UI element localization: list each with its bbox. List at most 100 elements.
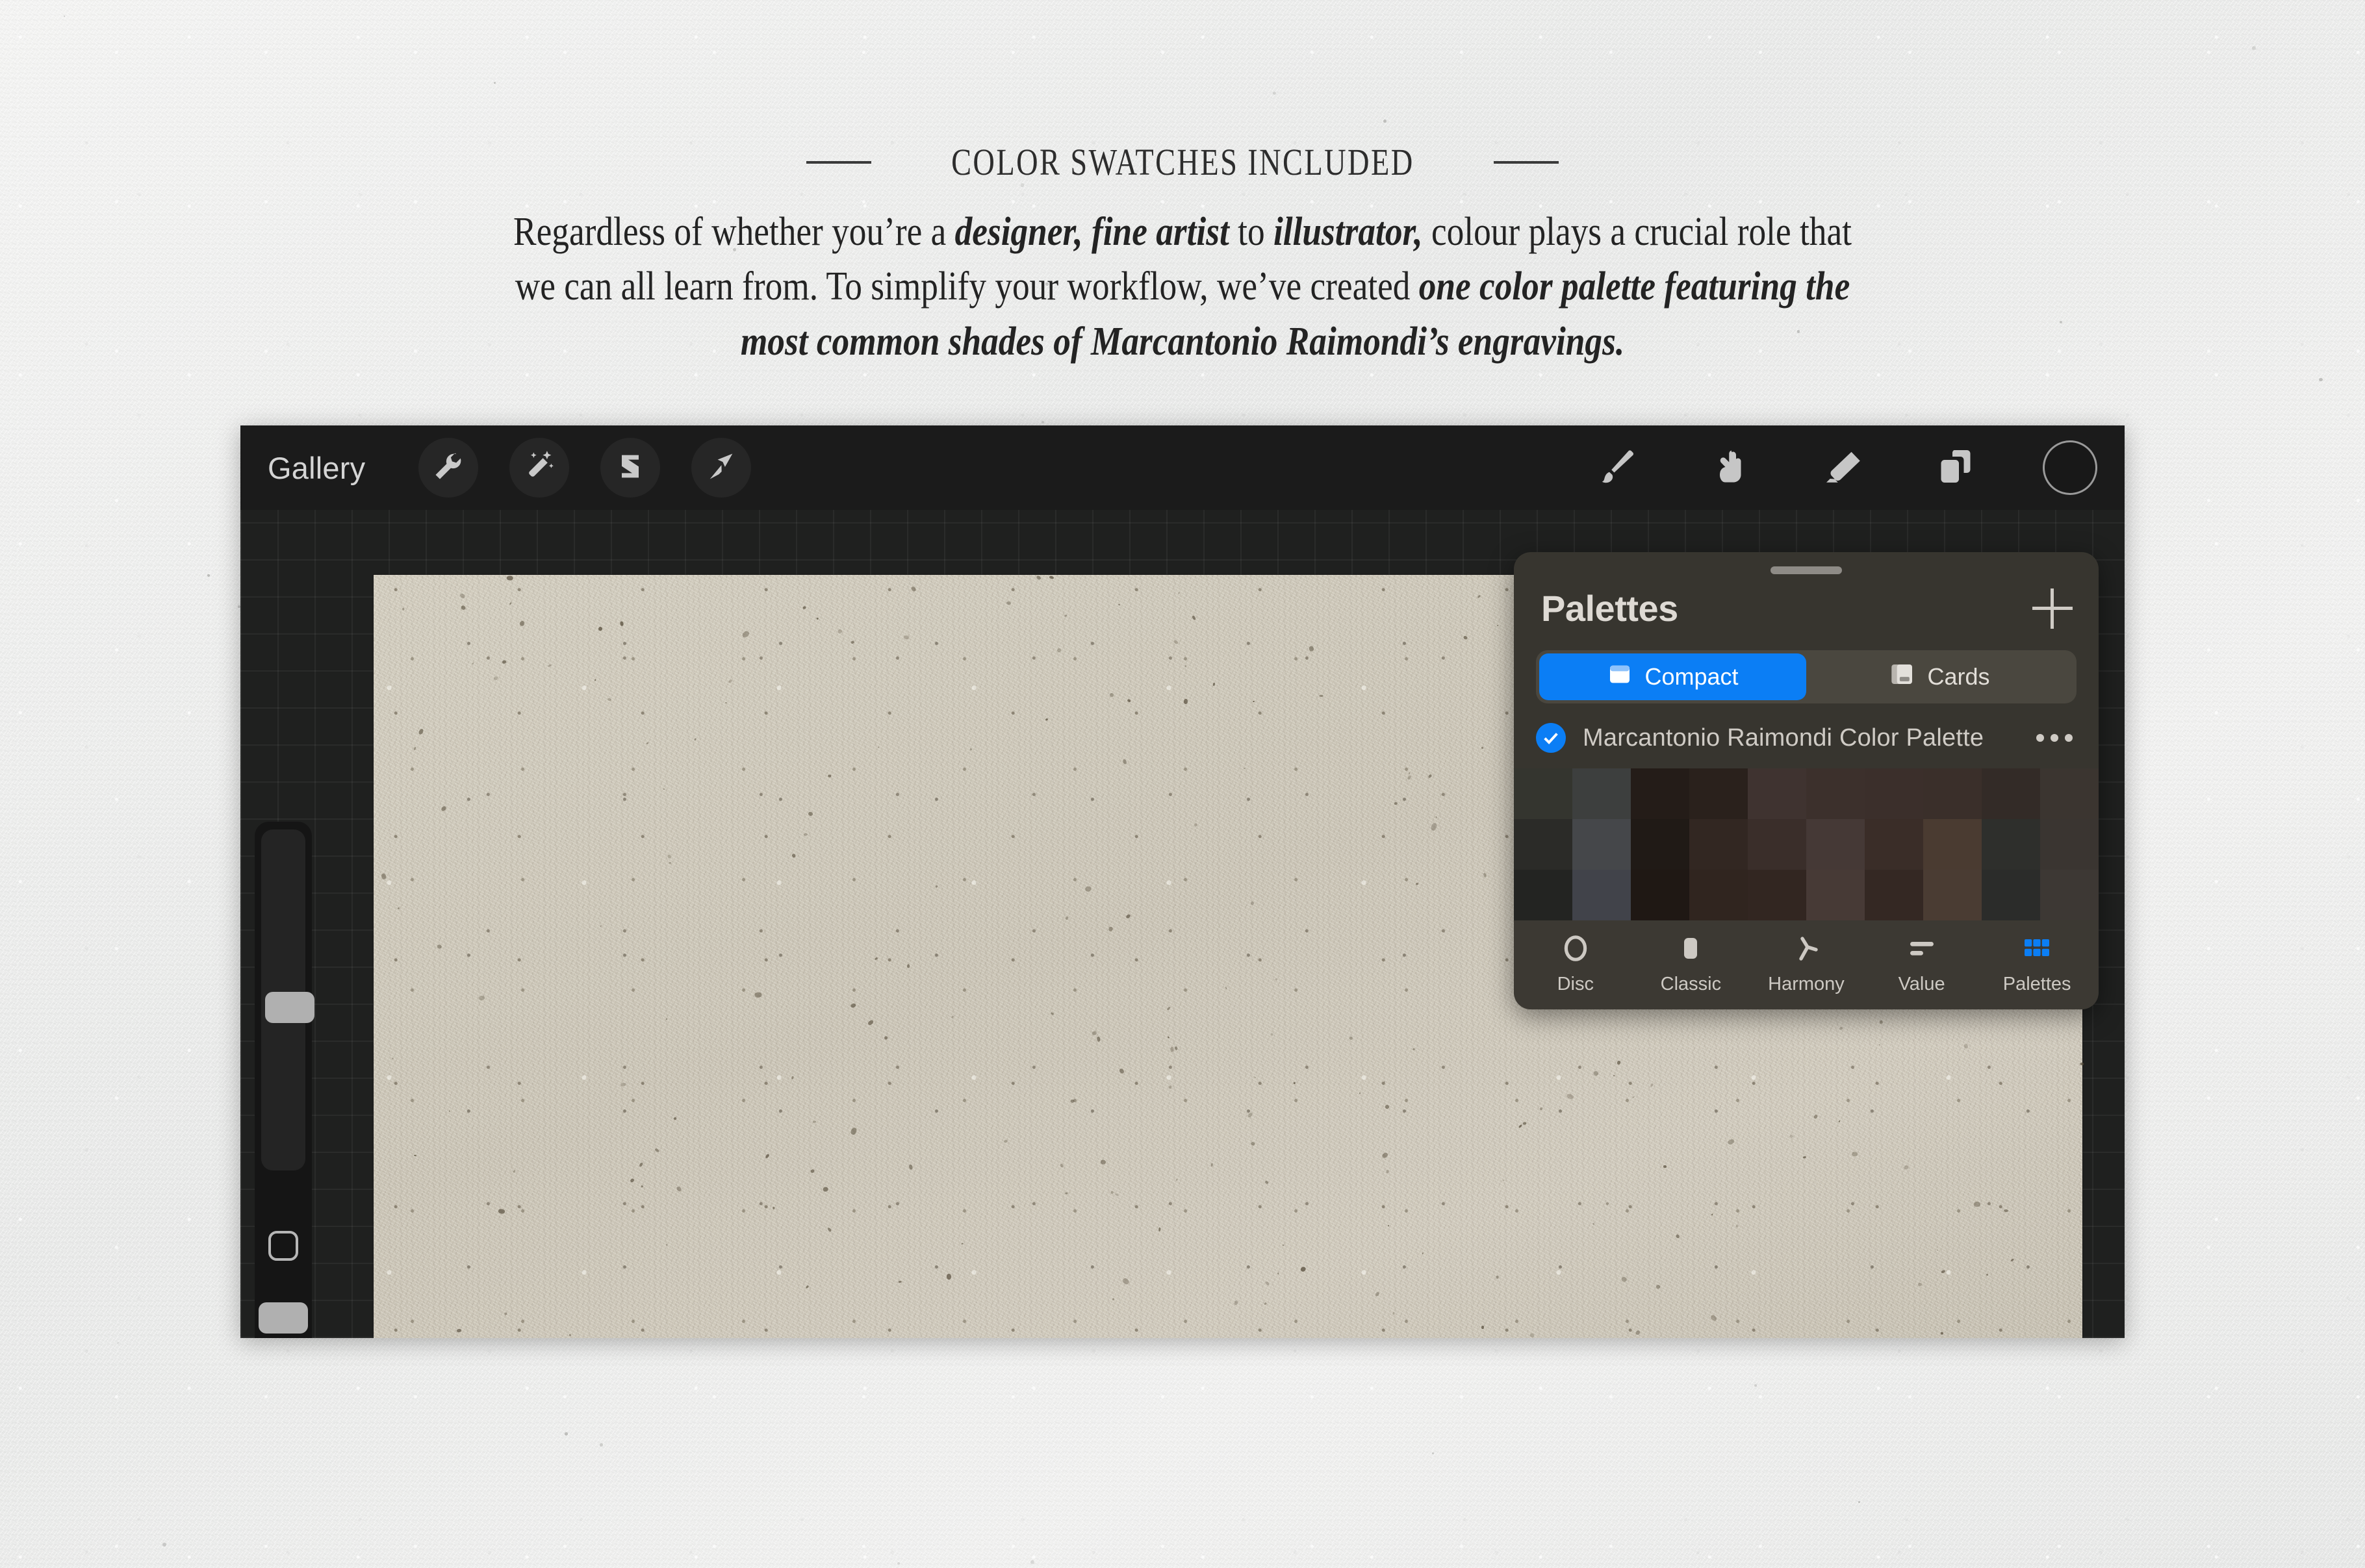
color-swatch-grid[interactable] [1514, 768, 2099, 920]
gallery-button[interactable]: Gallery [265, 450, 387, 486]
kicker-row: COLOR SWATCHES INCLUDED [0, 140, 2365, 184]
procreate-app-window: Gallery Palettes Compact Cards Marcanton… [240, 425, 2125, 1338]
tab-value-label: Value [1898, 974, 1945, 994]
segment-compact[interactable]: Compact [1539, 653, 1806, 700]
add-palette-plus-icon[interactable] [2032, 588, 2073, 629]
color-swatch[interactable] [1806, 870, 1865, 920]
view-mode-segmented-control[interactable]: Compact Cards [1536, 650, 2077, 703]
color-swatch[interactable] [1865, 768, 1923, 819]
dot [2036, 734, 2044, 742]
color-swatch[interactable] [1806, 819, 1865, 870]
tab-palettes-label: Palettes [2002, 974, 2071, 994]
canvas-area[interactable]: Palettes Compact Cards Marcantonio Raimo… [240, 510, 2125, 1338]
color-swatch[interactable] [1689, 819, 1748, 870]
palette-selected-check-icon[interactable] [1536, 723, 1566, 753]
color-swatch[interactable] [1572, 870, 1631, 920]
page-title: COLOR SWATCHES INCLUDED [951, 141, 1414, 183]
segment-cards[interactable]: Cards [1806, 653, 2073, 700]
actions-wrench-button[interactable] [418, 438, 479, 498]
harmony-icon [1791, 932, 1822, 965]
layers-button[interactable] [1924, 436, 1987, 499]
brush-size-slider-handle[interactable] [265, 992, 314, 1023]
classic-icon [1675, 932, 1706, 965]
subhead-part-1: designer, fine artist [954, 210, 1229, 254]
color-swatch[interactable] [1982, 819, 2040, 870]
disc-icon [1560, 932, 1591, 965]
tab-classic-label: Classic [1660, 974, 1722, 994]
tab-palettes[interactable]: Palettes [1979, 932, 2095, 995]
brush-size-slider[interactable] [261, 829, 314, 1170]
panel-title: Palettes [1541, 588, 1678, 629]
color-swatch[interactable] [1865, 870, 1923, 920]
panel-header: Palettes [1514, 574, 2099, 633]
kicker-rule-right [1494, 160, 1559, 164]
topbar-right-group [1535, 436, 2125, 499]
color-swatch[interactable] [1514, 870, 1572, 920]
tab-harmony[interactable]: Harmony [1748, 932, 1864, 995]
color-swatch[interactable] [1514, 768, 1572, 819]
subhead-part-3: illustrator, [1273, 210, 1423, 254]
tab-disc[interactable]: Disc [1518, 932, 1633, 995]
paint-brush-icon [1597, 447, 1636, 489]
color-swatch[interactable] [1865, 819, 1923, 870]
subhead-part-0: Regardless of whether you’re a [513, 210, 955, 254]
dot [2051, 734, 2058, 742]
transform-arrow-icon [704, 449, 738, 487]
color-swatch[interactable] [2040, 870, 2099, 920]
selection-button[interactable] [600, 438, 661, 498]
segment-cards-label: Cards [1927, 663, 1990, 690]
color-swatch[interactable] [1806, 768, 1865, 819]
segment-compact-label: Compact [1644, 663, 1739, 690]
left-toolbar-sidebar [255, 822, 314, 1338]
transform-arrow-button[interactable] [691, 438, 752, 498]
color-swatch[interactable] [1923, 819, 1982, 870]
color-swatch[interactable] [1748, 768, 1806, 819]
app-topbar: Gallery [240, 425, 2125, 510]
tab-value[interactable]: Value [1864, 932, 1980, 995]
color-swatch[interactable] [1748, 819, 1806, 870]
palette-name-label: Marcantonio Raimondi Color Palette [1583, 724, 1984, 752]
color-swatch[interactable] [1923, 870, 1982, 920]
eraser-icon [1823, 447, 1862, 489]
color-swatch[interactable] [1689, 870, 1748, 920]
color-swatch[interactable] [1982, 768, 2040, 819]
color-swatch[interactable] [1631, 870, 1689, 920]
color-mode-tabbar[interactable]: Disc Classic Harmony Value Palettes [1514, 920, 2099, 1009]
palette-more-options-icon[interactable] [2036, 734, 2073, 742]
palettes-grid-icon [2021, 932, 2052, 965]
color-swatch[interactable] [1631, 768, 1689, 819]
color-swatch[interactable] [1923, 768, 1982, 819]
color-swatch[interactable] [1748, 870, 1806, 920]
active-color-swatch-button[interactable] [2043, 440, 2097, 495]
header-block: COLOR SWATCHES INCLUDED Regardless of wh… [0, 140, 2365, 369]
palettes-panel: Palettes Compact Cards Marcantonio Raimo… [1514, 552, 2099, 1009]
cards-view-icon [1889, 661, 1915, 693]
color-swatch[interactable] [2040, 819, 2099, 870]
color-swatch[interactable] [1689, 768, 1748, 819]
smudge-finger-button[interactable] [1698, 436, 1761, 499]
color-swatch[interactable] [1572, 768, 1631, 819]
tab-disc-label: Disc [1557, 974, 1594, 994]
layers-icon [1936, 447, 1975, 489]
tab-classic[interactable]: Classic [1633, 932, 1749, 995]
adjustments-wand-button[interactable] [509, 438, 570, 498]
kicker-rule-left [806, 160, 871, 164]
panel-drag-handle[interactable] [1771, 566, 1842, 574]
brush-opacity-slider-handle[interactable] [259, 1302, 308, 1334]
palette-list-item[interactable]: Marcantonio Raimondi Color Palette [1514, 703, 2099, 768]
color-swatch[interactable] [1514, 819, 1572, 870]
subhead-part-2: to [1229, 210, 1273, 254]
paint-brush-button[interactable] [1585, 436, 1648, 499]
color-swatch[interactable] [1572, 819, 1631, 870]
selection-icon [613, 449, 647, 487]
eraser-button[interactable] [1811, 436, 1874, 499]
color-swatch[interactable] [1982, 870, 2040, 920]
color-swatch[interactable] [1631, 819, 1689, 870]
modify-button[interactable] [268, 1231, 298, 1261]
actions-wrench-icon [431, 449, 465, 487]
dot [2065, 734, 2073, 742]
color-swatch[interactable] [2040, 768, 2099, 819]
value-icon [1906, 932, 1937, 965]
tab-harmony-label: Harmony [1768, 974, 1845, 994]
topbar-left-group: Gallery [240, 438, 752, 498]
